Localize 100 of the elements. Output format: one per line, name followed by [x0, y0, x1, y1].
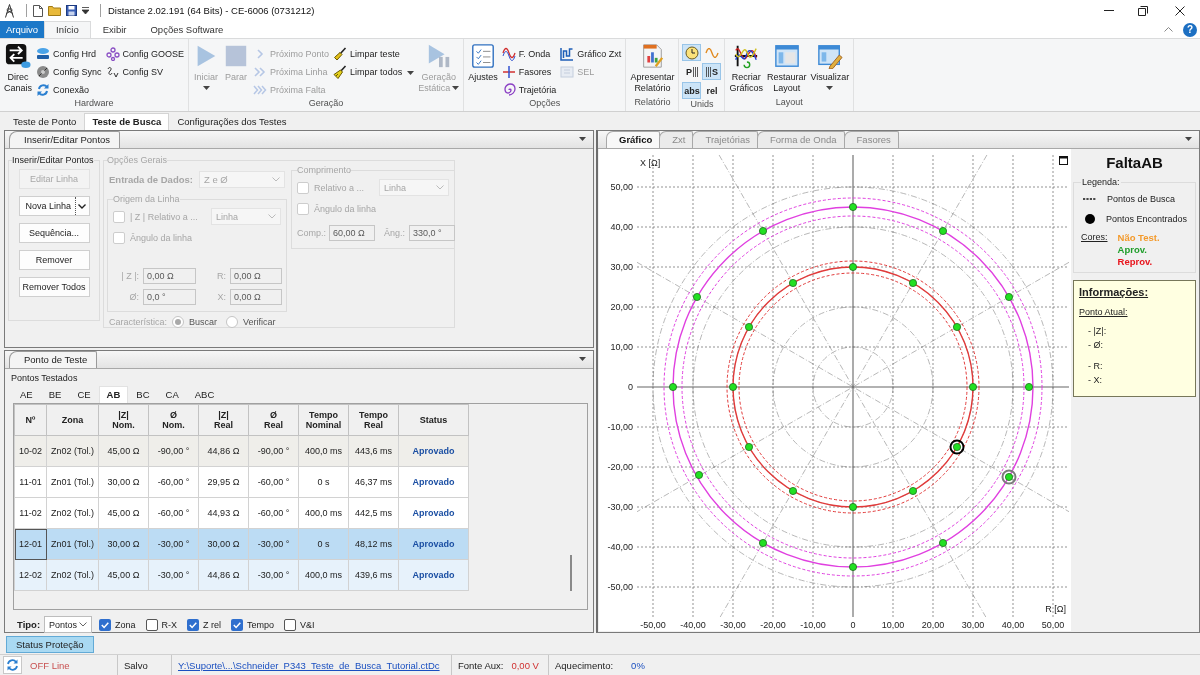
tab[interactable]: BE [40, 386, 70, 403]
column-header[interactable]: Ø Nom. [148, 404, 199, 436]
checkbox[interactable] [284, 618, 297, 631]
unit-toggle[interactable]: P [682, 63, 702, 80]
unit-toggle[interactable]: S [702, 63, 722, 80]
folder-icon[interactable] [48, 5, 61, 16]
unit-toggle[interactable] [682, 44, 702, 61]
ribbon-button[interactable]: Limpar todos [332, 63, 416, 80]
checkbox[interactable] [231, 618, 244, 631]
table-row[interactable]: 12-02 Zn02 (Tol.) 45,00 Ω -30,00 ° 44,86 Ω -30,00 ° 400,0 ms 439,6 ms Aprovado [14, 559, 469, 591]
ribbon-button[interactable]: Fasores [500, 63, 558, 80]
close-icon[interactable] [1175, 5, 1185, 16]
tab[interactable]: Gráfico [606, 131, 661, 148]
ribbon-button[interactable]: Config Hrd [35, 45, 103, 62]
maximize-icon[interactable] [1059, 156, 1068, 165]
new-file-icon[interactable] [33, 4, 43, 17]
tab[interactable]: Configurações dos Testes [169, 113, 295, 130]
ribbon-button[interactable]: Conexão [35, 81, 103, 98]
ribbon-button[interactable]: Limpar teste [332, 45, 416, 62]
axis-tick-label: -10,00 [607, 422, 633, 432]
panel-tab[interactable]: Ponto de Teste [9, 351, 98, 368]
file-path-link[interactable]: Y:\Suporte\...\Schneider_P343_Teste_de_Busca_Tutorial.ctDc [178, 659, 440, 671]
button[interactable]: Remover Todos [18, 277, 90, 297]
checkbox[interactable] [145, 618, 158, 631]
axis-tick-label: 30,00 [961, 620, 985, 630]
ribbon-button[interactable]: Config SV [104, 63, 186, 80]
tab[interactable]: CE [69, 386, 99, 403]
axis-tick-label: 10,00 [610, 342, 633, 352]
column-header[interactable]: Ø Real [248, 404, 299, 436]
legend-label: Pontos de Busca [1107, 194, 1176, 204]
save-icon[interactable] [66, 5, 77, 16]
column-header[interactable]: Status [398, 404, 469, 436]
caret-icon[interactable] [579, 137, 586, 141]
ribbon-button[interactable]: Config GOOSE [104, 45, 186, 62]
caret-icon[interactable] [1185, 137, 1192, 141]
menu-tab[interactable]: Exibir [90, 21, 139, 38]
column-header[interactable]: Zona [46, 404, 99, 436]
customize-caret-icon[interactable] [82, 7, 89, 14]
column-header[interactable]: |Z| Nom. [98, 404, 149, 436]
ribbon-button[interactable]: Trajetória [500, 81, 558, 98]
tab[interactable]: AB [98, 386, 129, 403]
ribbon-button[interactable]: Gráfico Zxt [559, 45, 623, 62]
restore-icon[interactable] [1138, 5, 1148, 16]
table-row[interactable]: 10-02 Zn02 (Tol.) 45,00 Ω -90,00 ° 44,86 Ω -90,00 ° 400,0 ms 443,6 ms Aprovado [14, 435, 469, 467]
button[interactable]: Remover [18, 250, 90, 270]
tab[interactable]: Status Proteção [6, 636, 94, 653]
tab[interactable]: BC [128, 386, 158, 403]
checkbox[interactable] [99, 618, 112, 631]
data-point [745, 443, 753, 451]
table-cell: 48,12 ms [348, 528, 399, 560]
ribbon-button[interactable]: Direc Canais [3, 42, 33, 94]
column-header[interactable]: Tempo Nominal [298, 404, 349, 436]
status-value: 0% [631, 659, 645, 671]
checkbox-label: R-X [161, 619, 178, 630]
ribbon-button[interactable]: F. Onda [500, 45, 558, 62]
column-header[interactable]: Tempo Real [348, 404, 399, 436]
refresh-icon[interactable] [3, 656, 22, 674]
column-header[interactable]: |Z| Real [198, 404, 249, 436]
table-row[interactable]: 12-01 Zn01 (Tol.) 30,00 Ω -30,00 ° 30,00 Ω -30,00 ° 0 s 48,12 ms Aprovado [14, 528, 469, 560]
table-row[interactable]: 11-01 Zn01 (Tol.) 30,00 Ω -60,00 ° 29,95 Ω -60,00 ° 0 s 46,37 ms Aprovado [14, 466, 469, 498]
table-cell: Aprovado [398, 497, 469, 529]
checklist-icon [469, 43, 496, 69]
ribbon-button[interactable]: Restaurar Layout [765, 42, 808, 94]
table-cell: 46,37 ms [348, 466, 399, 498]
axis-title: R [Ω] [1045, 604, 1066, 614]
field-label: R: [216, 271, 226, 281]
field-label: Tipo: [17, 619, 41, 630]
axis-tick-label: 50,00 [610, 182, 633, 192]
panel-tab[interactable]: Inserir/Editar Pontos [9, 131, 121, 148]
info-line: - X: [1088, 374, 1103, 387]
ribbon-button[interactable]: Ajustes [467, 42, 499, 83]
button[interactable]: Sequência... [18, 223, 90, 243]
ribbon-button[interactable]: Apresentar Relatório [629, 42, 676, 94]
axis-tick-label: -20,00 [760, 620, 786, 630]
checkbox[interactable] [187, 618, 200, 631]
tab[interactable]: Teste de Ponto [5, 113, 85, 130]
dropdown[interactable]: Pontos [44, 616, 93, 633]
unit-toggle[interactable]: rel [702, 82, 722, 99]
broom-icon [333, 64, 348, 79]
split-button[interactable]: Nova Linha [18, 196, 90, 216]
ribbon-button[interactable]: Recriar Gráficos [728, 42, 764, 94]
tab[interactable]: Teste de Busca [84, 113, 170, 130]
chevron-up-icon[interactable] [1164, 27, 1173, 32]
tab[interactable]: CA [157, 386, 187, 403]
ribbon-button[interactable]: Config Sync [35, 63, 103, 80]
ribbon-button[interactable]: Visualizar [809, 42, 851, 90]
tab[interactable]: AE [12, 386, 41, 403]
chevron-down-icon[interactable] [78, 203, 86, 209]
table-row[interactable]: 11-02 Zn02 (Tol.) 45,00 Ω -60,00 ° 44,93 Ω -60,00 ° 400,0 ms 442,5 ms Aprovado [14, 497, 469, 529]
file-menu-tab[interactable]: Arquivo [0, 21, 44, 38]
checkbox-label: Z rel [203, 619, 222, 630]
menu-tab[interactable]: Opções Software [138, 21, 236, 38]
column-header[interactable]: Nº [14, 404, 47, 436]
scrollbar-thumb[interactable] [570, 555, 572, 591]
table-cell: Zn02 (Tol.) [46, 497, 99, 529]
caret-icon[interactable] [579, 357, 586, 361]
menu-tab[interactable]: Início [44, 21, 91, 38]
tab[interactable]: ABC [186, 386, 223, 403]
unit-toggle[interactable]: abs [682, 82, 702, 99]
help-button[interactable]: ? [1183, 22, 1197, 37]
